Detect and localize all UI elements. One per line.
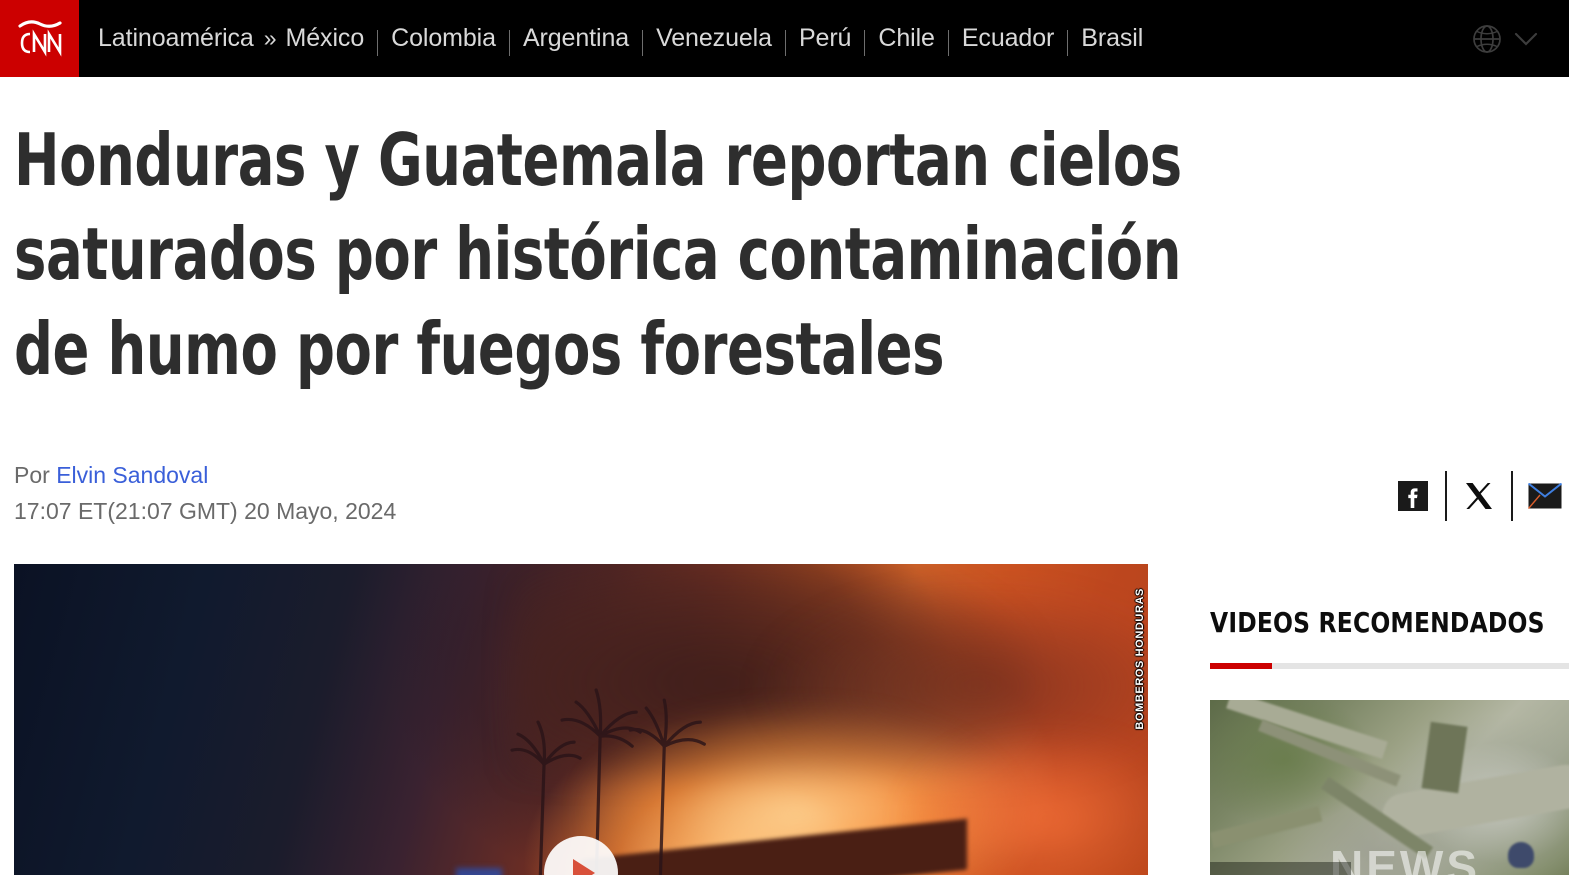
cnn-logo-icon <box>17 19 62 57</box>
byline: Por Elvin Sandoval <box>14 456 396 493</box>
carousel-progress-fill <box>1210 662 1272 669</box>
nav-item-venezuela[interactable]: Venezuela <box>656 26 772 51</box>
nav-links: Latinoamérica » México Colombia Argentin… <box>98 0 1143 77</box>
article-video-player[interactable]: BOMBEROS HONDURAS <box>14 563 1148 875</box>
nav-item-brasil[interactable]: Brasil <box>1081 26 1143 51</box>
byline-prefix: Por <box>14 461 50 488</box>
article-meta-row: Por Elvin Sandoval 17:07 ET(21:07 GMT) 2… <box>14 456 1562 532</box>
nav-item-colombia[interactable]: Colombia <box>391 26 496 51</box>
person-figure <box>1507 842 1534 869</box>
article-page: Honduras y Guatemala reportan cielos sat… <box>0 113 1569 875</box>
nav-item-latinoamerica[interactable]: Latinoamérica <box>98 26 254 51</box>
chevron-down-icon <box>1514 32 1538 45</box>
recommended-videos-sidebar: VIDEOS RECOMENDADOS NEWS <box>1210 564 1569 875</box>
content-grid: BOMBEROS HONDURAS VIDEOS RECOMENDADOS NE… <box>14 563 1569 875</box>
language-selector[interactable] <box>1471 23 1539 55</box>
share-twitter-button[interactable] <box>1447 479 1511 513</box>
x-twitter-icon <box>1466 482 1492 509</box>
cnn-logo[interactable] <box>0 0 79 77</box>
nav-separator <box>864 29 866 56</box>
byline-block: Por Elvin Sandoval 17:07 ET(21:07 GMT) 2… <box>14 456 396 529</box>
facebook-icon <box>1398 480 1428 511</box>
recommended-video-thumbnail[interactable]: NEWS <box>1210 699 1569 875</box>
nav-item-argentina[interactable]: Argentina <box>523 26 629 51</box>
nav-item-ecuador[interactable]: Ecuador <box>962 26 1055 51</box>
nav-separator <box>508 29 510 56</box>
video-column: BOMBEROS HONDURAS <box>14 563 1148 875</box>
author-link[interactable]: Elvin Sandoval <box>56 462 208 488</box>
share-buttons <box>1381 468 1569 524</box>
nav-item-mexico[interactable]: México <box>286 26 365 51</box>
top-navigation-bar: Latinoamérica » México Colombia Argentin… <box>0 0 1569 77</box>
share-facebook-button[interactable] <box>1381 480 1445 512</box>
nav-item-chile[interactable]: Chile <box>878 26 935 51</box>
thumbnail-overlay <box>1210 862 1352 875</box>
nav-separator <box>1067 29 1069 56</box>
nav-item-peru[interactable]: Perú <box>799 26 852 51</box>
sidebar-heading: VIDEOS RECOMENDADOS <box>1210 605 1545 639</box>
share-email-button[interactable] <box>1513 482 1569 509</box>
globe-icon <box>1473 24 1501 53</box>
email-icon <box>1528 482 1562 509</box>
nav-separator <box>784 29 786 56</box>
nav-arrow: » <box>263 25 277 51</box>
timestamp: 17:07 ET(21:07 GMT) 20 Mayo, 2024 <box>14 497 397 524</box>
nav-separator <box>947 29 949 56</box>
page-title: Honduras y Guatemala reportan cielos sat… <box>14 118 1182 391</box>
nav-separator <box>642 29 644 56</box>
carousel-progress-track[interactable] <box>1210 662 1569 669</box>
nav-separator <box>377 29 379 56</box>
